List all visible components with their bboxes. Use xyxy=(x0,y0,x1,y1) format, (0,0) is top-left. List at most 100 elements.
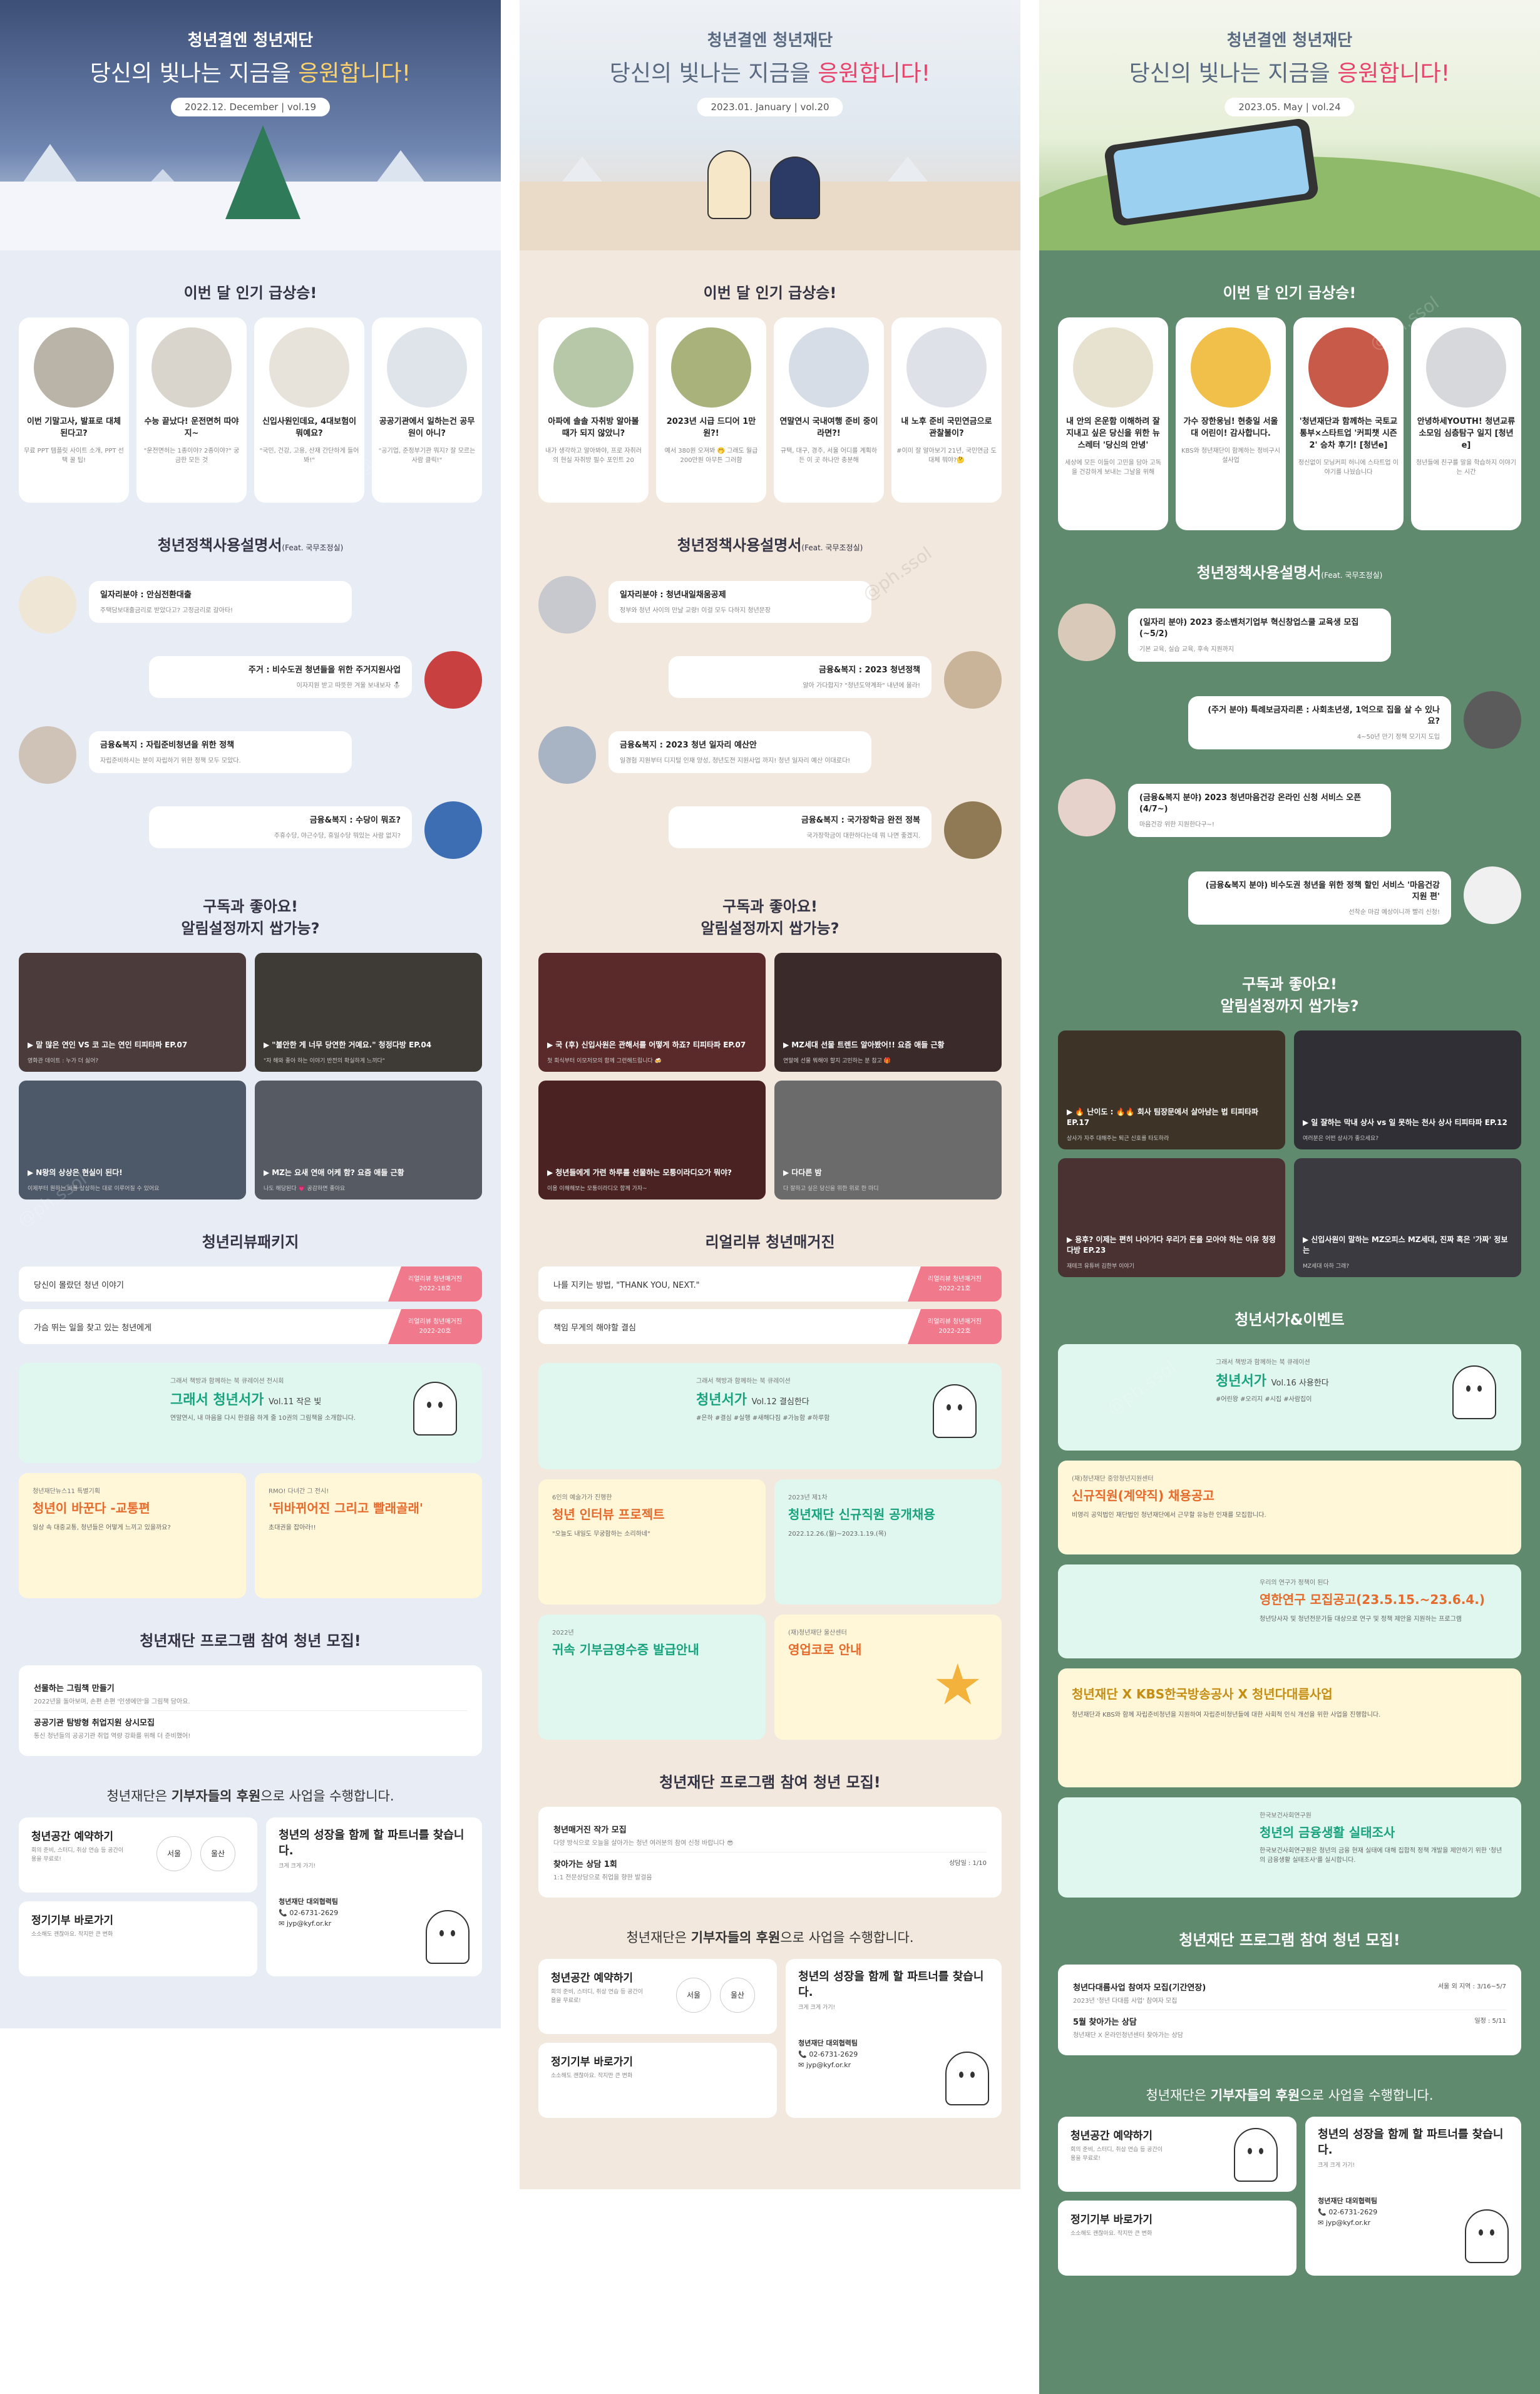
sponsor-heading: 청년재단은 기부자들의 후원으로 사업을 수행합니다. xyxy=(1146,2088,1434,2103)
play-icon: ▶ xyxy=(783,1040,789,1050)
program-item[interactable]: 상담일 : 1/10 찾아가는 상담 1회 1:1 전문상담으로 취업을 향한 발걸… xyxy=(553,1852,987,1886)
program-item[interactable]: 서울 외 지역 : 3/16~5/7 청년다대름사업 참여자 모집(기간연장) 20… xyxy=(1073,1976,1506,2010)
video-thumbnail[interactable]: ▶ 신입사원이 말하는 MZ오피스 MZ세대, 진짜 혹은 '가짜' 정보는 MZ세… xyxy=(1294,1158,1521,1277)
program-item[interactable]: 일정 : 5/11 5월 찾아가는 상담 청년재단 X 온라인청년센터 찾아가는 상… xyxy=(1073,2010,1506,2044)
donate-link[interactable]: 정기기부 바로가기 소소해도 괜찮아요. 작지만 큰 변화 xyxy=(538,2043,778,2118)
policy-image xyxy=(19,726,76,784)
review-link[interactable]: 책임 무게의 해야할 결심 리얼리뷰 청년매거진 2022-22호 xyxy=(538,1309,1002,1344)
partner-box[interactable]: 청년의 성장을 함께 할 파트너를 찾습니다. 크게 크게 가기! 청년재단 대외협… xyxy=(266,1817,482,1976)
play-icon: ▶ xyxy=(547,1040,553,1050)
policy-item[interactable]: 금융&복지 : 국가장학금 완전 정복 국가장학금이 대한하다는데 뭐 나면 좋겠… xyxy=(538,795,1002,864)
program-item[interactable]: 청년매거진 작가 모집 다양 방식으로 오늘을 살아가는 청년 여러분의 참여 신… xyxy=(553,1818,987,1852)
receipt-banner[interactable]: 2022년 귀속 기부금영수증 발급안내 xyxy=(538,1615,766,1740)
policy-item[interactable]: (금융&복지 분야) 비수도권 청년을 위한 정책 할인 서비스 '마음건강 지… xyxy=(1058,860,1521,942)
special-banner[interactable]: 청년재단뉴스11 특별기획 청년이 바꾼다 -교통편 일상 속 대중교통, 청년들은… xyxy=(19,1473,246,1598)
review-link[interactable]: 당신이 몰랐던 청년 이야기 리얼리뷰 청년매거진 2022-18호 xyxy=(19,1266,482,1302)
space-reservation[interactable]: 청년공간 예약하기 회의 준비, 스터디, 취상 연습 등 공간이용을 무료로! 서… xyxy=(19,1817,258,1893)
video-thumbnail[interactable]: ▶ N왕의 상상은 현실이 된다! 이제부터 원하는 바를 상상하는 대로 이루어질… xyxy=(19,1081,246,1200)
popular-card[interactable]: 이번 기말고사, 발표로 대체된다고? 무료 PPT 템플릿 사이트 소개, PP… xyxy=(19,317,129,503)
hero-title: 당신의 빛나는 지금을 응원합니다! xyxy=(1129,61,1450,86)
program-item[interactable]: 선물하는 그림책 만들기 2022년을 돌아보며, 손편 손편 '인생에만'을 그… xyxy=(34,1677,467,1711)
hero-subtitle: 청년결엔 청년재단 xyxy=(707,31,833,50)
play-icon: ▶ xyxy=(1067,1235,1073,1245)
video-thumbnail[interactable]: ▶ 🔥 난이도 : 🔥🔥 회사 팀장문에서 살아남는 법 티피타파 EP.17 상사… xyxy=(1058,1030,1285,1149)
popular-card[interactable]: '청년재단과 함께하는 국토교통부×스타트업 '커피챗 시즌2' 승차 후기! … xyxy=(1293,317,1404,530)
popular-card[interactable]: 공공기관에서 일하는건 공무원이 아니? "공기업, 준정부기관 뭐지? 잘 모르… xyxy=(372,317,482,503)
program-title: 청년재단 프로그램 참여 청년 모집! xyxy=(1179,1931,1400,1949)
bookshelf-banner[interactable]: 그래서 책방과 함께하는 북 큐레이션 전시회 그래서 청년서가 Vol.11 … xyxy=(19,1363,482,1463)
video-thumbnail[interactable]: ▶ 용후? 이제는 편히 나아가다 우리가 돈을 모아야 하는 이유 청정다방 E… xyxy=(1058,1158,1285,1277)
thumbnail-image xyxy=(269,327,349,408)
recruit-banner[interactable]: (재)청년재단 중앙청년지원센터 신규직원(계약직) 채용공고 비영리 공익법인 재… xyxy=(1058,1461,1521,1554)
video-thumbnail[interactable]: ▶ 일 잘하는 막내 상사 vs 일 못하는 천사 상사 티피타파 EP.12 여러… xyxy=(1294,1030,1521,1149)
seoul-button[interactable]: 서울 xyxy=(676,1978,711,2013)
popular-card[interactable]: 연말연시 국내여행 준비 중이라면?! 규택, 대구, 경주, 서울 어디를 계획… xyxy=(774,317,884,503)
seoul-button[interactable]: 서울 xyxy=(157,1836,192,1871)
popular-card[interactable]: 아파에 솔솔 자취방 알아볼 때가 되지 않았니? 내가 생각하고 알아봐야, 프… xyxy=(538,317,649,503)
program-title: 청년재단 프로그램 참여 청년 모집! xyxy=(140,1632,361,1650)
video-thumbnail[interactable]: ▶ 다다른 밤다 잘하고 싶은 당신을 위한 위로 한 마디 xyxy=(774,1081,1002,1200)
ulsan-button[interactable]: 울산 xyxy=(200,1836,235,1871)
research-banner[interactable]: 우리의 연구가 정책이 된다 영한연구 모집공고(23.5.15.~23.6.4.… xyxy=(1058,1564,1521,1658)
ulsan-banner[interactable]: (재)청년재단 울산센터 영업코로 안내 ★ xyxy=(774,1615,1002,1740)
policy-image xyxy=(944,801,1002,859)
review-title: 청년리뷰패키지 xyxy=(202,1233,299,1251)
policy-item[interactable]: 주거 : 비수도권 청년들을 위한 주거지원사업 이자지원 받고 따뜻한 겨울 보… xyxy=(19,645,482,714)
donate-link[interactable]: 정기기부 바로가기 소소해도 괜찮아요. 작지만 큰 변화 xyxy=(19,1901,258,1976)
policy-item[interactable]: 금융&복지 : 2023 청년 일자리 예산안 일경험 지원부터 디지털 인재 양… xyxy=(538,720,1002,789)
christmas-tree-illustration xyxy=(225,125,300,219)
bookshelf-banner[interactable]: 그래서 책방과 함께하는 북 큐레이션 청년서가 Vol.12 결심한다 #은하… xyxy=(538,1363,1002,1469)
partner-box[interactable]: 청년의 성장을 함께 할 파트너를 찾습니다. 크게 크게 가기! 청년재단 대외협… xyxy=(786,1959,1002,2118)
popular-card[interactable]: 신입사원인데요, 4대보험이 뭐예요? "국민, 건강, 고용, 산재 간단하게 … xyxy=(254,317,364,503)
video-thumbnail[interactable]: ▶ MZ는 요새 연애 어케 함? 요즘 애들 근황 나도 해당된다 💗 공감하면 … xyxy=(255,1081,482,1200)
donate-link[interactable]: 정기기부 바로가기 소소해도 괜찮아요. 작지만 큰 변화 xyxy=(1058,2201,1297,2276)
video-thumbnail[interactable]: ▶ 말 많은 연인 VS 코 고는 연인 티피타파 EP.07 영화관 데이트 : … xyxy=(19,953,246,1072)
video-thumbnail[interactable]: ▶ 국 (후) 신입사원은 관해서를 어떻게 하죠? 티피타파 EP.07 첫 회식… xyxy=(538,953,766,1072)
policy-item[interactable]: 금융&복지 : 자립준비청년을 위한 정책 자립준비하시는 분이 자립하기 위한 … xyxy=(19,720,482,789)
sponsor-grid: 청년공간 예약하기 회의 준비, 스터디, 취상 연습 등 공간이용을 무료로! 서… xyxy=(19,1817,482,1976)
interview-banner[interactable]: 6인의 예술가가 진행한 청년 인터뷰 프로젝트 "오늘도 내일도 무궁함하는 소리… xyxy=(538,1479,766,1605)
policy-item[interactable]: (일자리 분야) 2023 중소벤처기업부 혁신창업스쿨 교육생 모집(~5/2… xyxy=(1058,597,1521,679)
popular-card[interactable]: 수능 끝났다! 운전면허 따야지~ "운전면허는 1종이야? 2종이야?" 궁금한… xyxy=(136,317,247,503)
video-thumbnail[interactable]: ▶ "불안한 게 너무 당연한 거예요." 청정다방 EP.04 "자 해와 좋아 … xyxy=(255,953,482,1072)
play-icon: ▶ xyxy=(28,1168,34,1178)
popular-card[interactable]: 내 노후 준비 국민연금으로 관찰불이? #이미 잘 알아보기 21년, 국민연금… xyxy=(891,317,1002,503)
policy-item[interactable]: 금융&복지 : 2023 청년정책 알아 가다합지? "청년도약계좌" 내년에 몰… xyxy=(538,645,1002,714)
ghost-mascot xyxy=(945,2052,989,2105)
subscribe-title: 구독과 좋아요! 알림설정까지 쌉가능? xyxy=(701,898,839,937)
policy-item[interactable]: 금융&복지 : 수당이 뭐죠? 주휴수당, 야근수당, 휴일수당 뭐있는 사람 없… xyxy=(19,795,482,864)
play-icon: ▶ xyxy=(1303,1235,1309,1245)
sponsor-heading: 청년재단은 기부자들의 후원으로 사업을 수행합니다. xyxy=(626,1930,914,1945)
popular-card[interactable]: 안녕하세YOUTH! 청년교류 소모임 심층탐구 일지 [청년e] 청년들에 친구… xyxy=(1411,317,1521,530)
ulsan-button[interactable]: 울산 xyxy=(720,1978,755,2013)
popular-title: 이번 달 인기 급상승! xyxy=(1223,284,1357,302)
newsletter-vol24: 청년결엔 청년재단 당신의 빛나는 지금을 응원합니다! 2023.05. Ma… xyxy=(1039,0,1540,2394)
policy-image xyxy=(1058,604,1116,661)
thumbnail-image xyxy=(1073,327,1153,408)
review-badge: 리얼리뷰 청년매거진 2022-22호 xyxy=(908,1309,1002,1344)
video-thumbnail[interactable]: ▶ 청년들에게 가련 하루를 선물하는 모퉁이라디오가 뭐야? 이용 이해해보는 모… xyxy=(538,1081,766,1200)
popular-card[interactable]: 2023년 시급 드디어 1만원?! 예서 380원 오져봐 🤭 그래도 월급 2… xyxy=(656,317,766,503)
policy-item[interactable]: (금융&복지 분야) 2023 청년마음건강 온라인 신청 서비스 오픈(4/7… xyxy=(1058,773,1521,854)
program-item[interactable]: 공공기관 탐방형 취업지원 상시모집 통신 청년들의 공공기관 취업 역량 강화를… xyxy=(34,1711,467,1745)
star-logo-icon: ★ xyxy=(932,1652,983,1718)
survey-banner[interactable]: 한국보건사회연구원 청년의 금융생활 실태조사 한국보건사회연구원은 청년의 금융 … xyxy=(1058,1797,1521,1898)
policy-item[interactable]: 일자리분야 : 안심전환대출 주택담보대출금리로 받았다고? 고정금리로 갈아타! xyxy=(19,570,482,639)
kbs-banner[interactable]: 청년재단 X KBS한국방송공사 X 청년다대름사업 청년재단과 KBS와 함께 … xyxy=(1058,1668,1521,1787)
popular-card[interactable]: 내 안의 온운함 이해하려 잘 지내고 싶은 당신을 위한 뉴스레터 '당신의 … xyxy=(1058,317,1168,530)
thumbnail-image xyxy=(1426,327,1506,408)
recruit-banner[interactable]: 2023년 제1차 청년재단 신규직원 공개채용 2022.12.26.(월)~20… xyxy=(774,1479,1002,1605)
space-reservation[interactable]: 청년공간 예약하기 회의 준비, 스터디, 취상 연습 등 공간이용을 무료로! 서… xyxy=(538,1959,778,2034)
review-link[interactable]: 가슴 뛰는 일을 찾고 있는 청년에게 리얼리뷰 청년매거진 2022-20호 xyxy=(19,1309,482,1344)
popular-card[interactable]: 가수 장한웅님! 현충일 서울대 어린이! 감사합니다. KBS와 청년재단이 함… xyxy=(1176,317,1286,530)
policy-item[interactable]: 일자리분야 : 청년내일채움공제 정부와 청년 사이의 만날 교량! 이걸 모두 … xyxy=(538,570,1002,639)
review-link[interactable]: 나를 지키는 방법, "THANK YOU, NEXT." 리얼리뷰 청년매거진 2… xyxy=(538,1266,1002,1302)
issue-date: 2023.05. May | vol.24 xyxy=(1224,98,1355,116)
partner-box[interactable]: 청년의 성장을 함께 할 파트너를 찾습니다. 크게 크게 가기! 청년재단 대외협… xyxy=(1305,2117,1521,2276)
event-banner[interactable]: RMO! 다녀간 그 전시! '뒤바뀌어진 그리고 빨래골래' 초대권을 잡아라!! xyxy=(255,1473,482,1598)
video-thumbnail[interactable]: ▶ MZ세대 선물 트렌드 알아봤어!! 요즘 애들 근황 연말에 선물 뭐해야 할… xyxy=(774,953,1002,1072)
space-reservation[interactable]: 청년공간 예약하기 회의 준비, 스터디, 취상 연습 등 공간이용을 무료로! xyxy=(1058,2117,1297,2192)
hero-subtitle: 청년결엔 청년재단 xyxy=(187,31,314,50)
policy-item[interactable]: (주거 분야) 특례보금자리론 : 사회초년생, 1억으로 집을 살 수 있나요… xyxy=(1058,685,1521,766)
policy-title: 청년정책사용설명서(Feat. 국무조정실) xyxy=(677,537,863,554)
